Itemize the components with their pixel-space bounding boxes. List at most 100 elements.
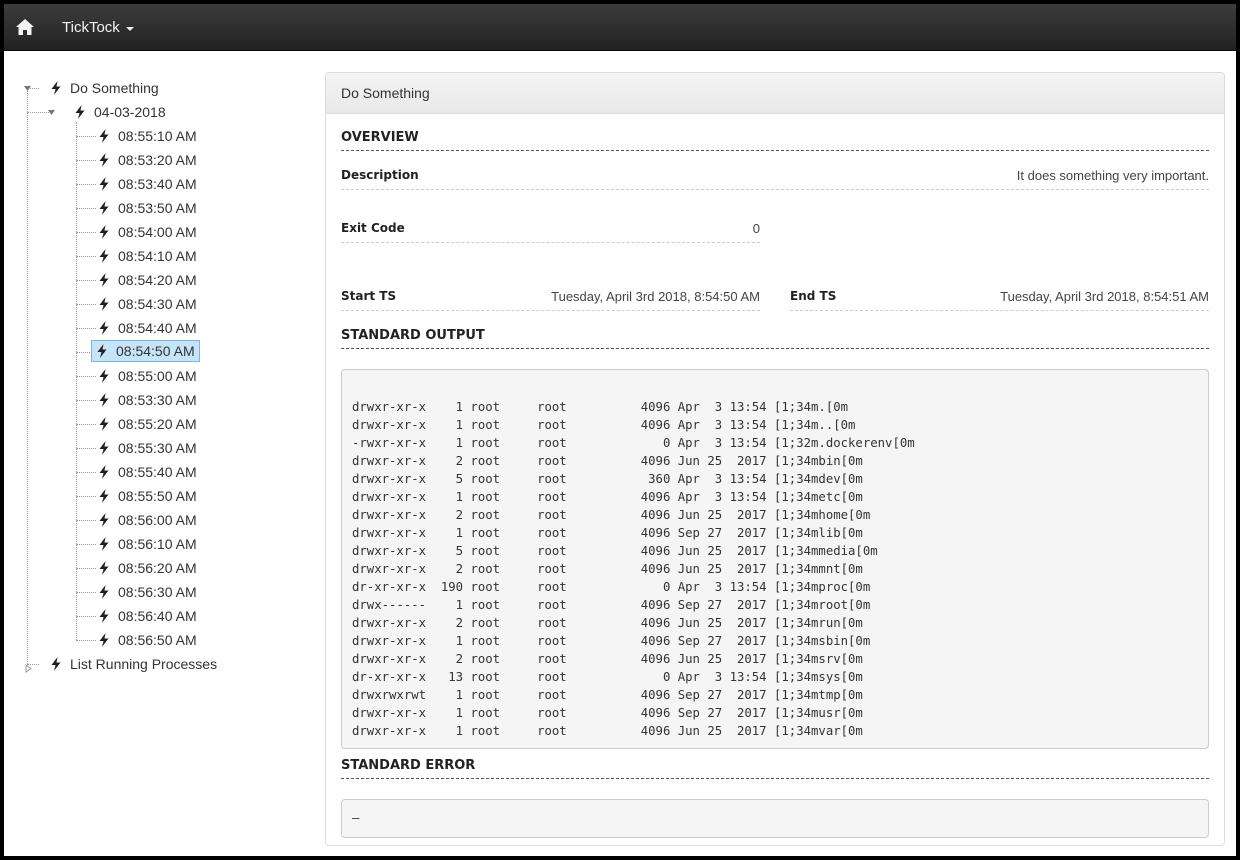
- end-ts-value: Tuesday, April 3rd 2018, 8:54:51 AM: [1000, 289, 1209, 304]
- tree-node-run[interactable]: 08:55:20 AM: [98, 413, 197, 435]
- stdout-line: drwxr-xr-x 2 root root 4096 Jun 25 2017 …: [352, 652, 863, 666]
- stdout-line: drwxr-xr-x 1 root root 4096 Jun 25 2017 …: [352, 724, 863, 738]
- stdout-line: drwxr-xr-x 2 root root 4096 Jun 25 2017 …: [352, 616, 863, 630]
- tree-guide-line: [76, 496, 96, 497]
- tree-guide-line: [76, 232, 96, 233]
- stderr-box[interactable]: –: [341, 799, 1209, 838]
- stdout-line: drwxr-xr-x 2 root root 4096 Jun 25 2017 …: [352, 454, 863, 468]
- tree-node-run[interactable]: 08:56:40 AM: [98, 605, 197, 627]
- tree-guide-line: [76, 592, 96, 593]
- tree-node-run[interactable]: 08:55:50 AM: [98, 485, 197, 507]
- tree-node-job[interactable]: Do Something: [50, 77, 159, 99]
- bolt-icon: [96, 344, 108, 358]
- tree-guide-line: [76, 400, 96, 401]
- tree-node-label: 08:56:50 AM: [118, 632, 197, 648]
- tree-node-run[interactable]: 08:54:40 AM: [98, 317, 197, 339]
- tree-node-label: 08:53:40 AM: [118, 176, 197, 192]
- tree-node-run[interactable]: 08:56:30 AM: [98, 581, 197, 603]
- bolt-icon: [98, 393, 110, 407]
- tree-node-label: 08:55:40 AM: [118, 464, 197, 480]
- tree-guide-line: [76, 208, 96, 209]
- tree-node-run[interactable]: 08:55:30 AM: [98, 437, 197, 459]
- tree-node-run[interactable]: 08:54:10 AM: [98, 245, 197, 267]
- tree-node-date[interactable]: 04-03-2018: [74, 101, 166, 123]
- job-tree: Do Something 04-03-2018 08:55:10 AM 08:53:2…: [20, 74, 310, 684]
- tree-toggle-expanded[interactable]: [47, 104, 56, 115]
- stdout-line: drwxr-xr-x 1 root root 4096 Apr 3 13:54 …: [352, 400, 849, 414]
- stdout-line: drwxr-xr-x 1 root root 4096 Sep 27 2017 …: [352, 526, 863, 540]
- tree-node-label: 08:54:10 AM: [118, 248, 197, 264]
- stdout-line: drwxr-xr-x 1 root root 4096 Apr 3 13:54 …: [352, 490, 863, 504]
- tree-node-run[interactable]: 08:56:00 AM: [98, 509, 197, 531]
- tree-node-run[interactable]: 08:53:50 AM: [98, 197, 197, 219]
- bolt-icon: [98, 537, 110, 551]
- tree-node-run[interactable]: 08:53:30 AM: [98, 389, 197, 411]
- home-icon[interactable]: [14, 16, 36, 38]
- tree-guide-line: [27, 88, 28, 664]
- bolt-icon: [98, 417, 110, 431]
- tree-node-run[interactable]: 08:55:40 AM: [98, 461, 197, 483]
- stdout-line: drwxr-xr-x 2 root root 4096 Jun 25 2017 …: [352, 508, 871, 522]
- tree-node-label: 08:56:30 AM: [118, 584, 197, 600]
- bolt-icon: [98, 321, 110, 335]
- stdout-line: [352, 380, 1198, 398]
- tree-node-label: Do Something: [70, 80, 159, 96]
- bolt-icon: [98, 177, 110, 191]
- tree-node-run[interactable]: 08:54:30 AM: [98, 293, 197, 315]
- bolt-icon: [98, 465, 110, 479]
- tree-toggle-expanded[interactable]: [23, 80, 32, 91]
- tree-node-label: 08:54:00 AM: [118, 224, 197, 240]
- stdout-line: dr-xr-xr-x 13 root root 0 Apr 3 13:54 [1…: [352, 670, 863, 684]
- bolt-icon: [98, 225, 110, 239]
- tree-guide-line: [76, 448, 96, 449]
- tree-node-run[interactable]: 08:54:20 AM: [98, 269, 197, 291]
- tree-node-label: 04-03-2018: [94, 104, 166, 120]
- panel-title: Do Something: [326, 73, 1224, 114]
- app-window: TickTock Do Something 04-03-2018 08:55:10 …: [4, 4, 1236, 856]
- tree-node-run[interactable]: 08:56:50 AM: [98, 629, 197, 651]
- tree-node-job[interactable]: List Running Processes: [50, 653, 217, 675]
- tree-node-run[interactable]: 08:54:50 AM: [91, 340, 200, 362]
- bolt-icon: [98, 441, 110, 455]
- bolt-icon: [98, 609, 110, 623]
- tree-node-run[interactable]: 08:53:40 AM: [98, 173, 197, 195]
- tree-guide-line: [76, 616, 96, 617]
- tree-node-run[interactable]: 08:54:00 AM: [98, 221, 197, 243]
- tree-toggle-collapsed[interactable]: [24, 660, 33, 673]
- tree-guide-line: [76, 280, 96, 281]
- stdout-line: -rwxr-xr-x 1 root root 0 Apr 3 13:54 [1;…: [352, 436, 915, 450]
- bolt-icon: [98, 129, 110, 143]
- tree-node-run[interactable]: 08:53:20 AM: [98, 149, 197, 171]
- tree-node-run[interactable]: 08:55:00 AM: [98, 365, 197, 387]
- detail-panel: Do Something OVERVIEW Description It doe…: [325, 72, 1225, 846]
- tree-node-run[interactable]: 08:56:20 AM: [98, 557, 197, 579]
- caret-down-icon: [125, 27, 134, 31]
- tree-node-label: 08:56:00 AM: [118, 512, 197, 528]
- bolt-icon: [98, 273, 110, 287]
- stderr-text: –: [352, 811, 360, 825]
- exit-code-value: 0: [752, 221, 760, 236]
- tree-node-label: 08:53:20 AM: [118, 152, 197, 168]
- stderr-heading: STANDARD ERROR: [341, 758, 1209, 779]
- bolt-icon: [98, 369, 110, 383]
- bolt-icon: [50, 81, 62, 95]
- stdout-line: drwxr-xr-x 5 root root 4096 Jun 25 2017 …: [352, 544, 878, 558]
- end-ts-row: End TS Tuesday, April 3rd 2018, 8:54:51 …: [790, 289, 1209, 311]
- tree-node-run[interactable]: 08:56:10 AM: [98, 533, 197, 555]
- overview-heading: OVERVIEW: [341, 130, 1209, 151]
- tree-guide-line: [76, 328, 96, 329]
- end-ts-label: End TS: [790, 289, 837, 303]
- tree-node-label: 08:54:30 AM: [118, 296, 197, 312]
- exit-code-label: Exit Code: [341, 221, 405, 235]
- brand-dropdown[interactable]: TickTock: [62, 17, 134, 39]
- tree-node-label: 08:54:40 AM: [118, 320, 197, 336]
- bolt-icon: [98, 297, 110, 311]
- navbar: TickTock: [4, 4, 1236, 51]
- tree-guide-line: [76, 304, 96, 305]
- bolt-icon: [98, 249, 110, 263]
- tree-node-run[interactable]: 08:55:10 AM: [98, 125, 197, 147]
- stdout-line: drwxrwxrwt 1 root root 4096 Sep 27 2017 …: [352, 688, 863, 702]
- stdout-box[interactable]: drwxr-xr-x 1 root root 4096 Apr 3 13:54 …: [341, 369, 1209, 749]
- tree-guide-line: [76, 122, 77, 640]
- tree-node-label: 08:55:50 AM: [118, 488, 197, 504]
